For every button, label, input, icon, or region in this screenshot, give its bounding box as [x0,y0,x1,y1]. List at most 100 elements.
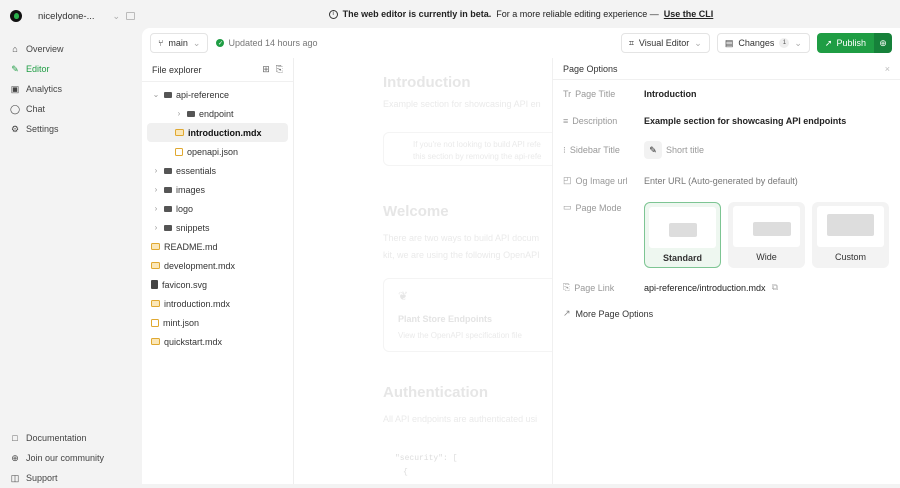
nav-support[interactable]: ◫ Support [10,468,135,488]
chevron-right-icon[interactable]: › [175,109,183,118]
link-icon: ⎘ [563,282,571,292]
file-name: introduction.mdx [164,298,231,309]
banner-text: For a more reliable editing experience — [496,9,659,19]
file-tree-item[interactable]: README.md [147,237,288,256]
mode-wide[interactable]: Wide [728,202,805,268]
footer-nav: □ Documentation ⊕ Join our community ◫ Supp… [10,428,135,488]
file-tree-item[interactable]: › logo [147,199,288,218]
workspace-logo [10,10,22,22]
nav-label: Documentation [26,433,87,443]
mode-custom[interactable]: Custom [812,202,889,268]
collapse-sidebar-icon[interactable] [126,12,135,20]
file-tree-item[interactable]: › essentials [147,161,288,180]
info-icon: i [328,9,338,19]
chevron-down-icon: ⌄ [694,37,702,48]
file-tree-item[interactable]: › snippets [147,218,288,237]
file-tree-item[interactable]: introduction.mdx [147,123,288,142]
file-name: mint.json [163,317,200,328]
nav-label: Support [26,473,58,483]
visual-editor-label: Visual Editor [638,38,690,48]
main-nav: ⌂ Overview ✎ Editor ▣ Analytics ◯ Chat ⚙ Sett… [10,39,135,139]
nav-chat[interactable]: ◯ Chat [10,99,135,119]
file-tree-item[interactable]: introduction.mdx [147,294,288,313]
description-input[interactable]: Example section for showcasing API endpo… [644,116,846,126]
nav-analytics[interactable]: ▣ Analytics [10,79,135,99]
file-tree-item[interactable]: ⌄ api-reference [147,85,288,104]
mdx-file-icon [151,338,160,345]
new-folder-icon[interactable]: ⊞ [262,64,270,75]
mdx-file-icon [151,262,160,269]
page-mode-options: Standard Wide Custom [644,202,889,268]
page-title-input[interactable]: Introduction [644,89,697,99]
card-desc: View the OpenAPI specification file [398,331,522,340]
file-name: development.mdx [164,260,236,271]
wide-thumbnail [733,206,800,247]
page-link: api-reference/introduction.mdx [644,282,766,293]
changes-dropdown[interactable]: ▤ Changes 1 ⌄ [716,33,810,53]
editor-main: ⑂ main ⌄ ✓ Updated 14 hours ago ⌗ Visual Edi… [142,28,900,484]
file-name: quickstart.mdx [164,336,223,347]
file-name: README.md [164,241,218,252]
rocket-icon: ➚ [824,37,833,48]
chevron-right-icon[interactable]: › [152,166,160,175]
nav-editor[interactable]: ✎ Editor [10,59,135,79]
file-name: endpoint [199,108,234,119]
field-label: Description [572,116,618,126]
nav-label: Chat [26,104,46,114]
left-sidebar: nicelydone-... ⌄ ⌂ Overview ✎ Editor ▣ Anal… [0,0,142,484]
file-tree-item[interactable]: development.mdx [147,256,288,275]
home-icon: ⌂ [12,44,18,54]
close-icon[interactable]: × [885,64,890,74]
chevron-down-icon: ⌄ [112,10,120,21]
check-icon: ✓ [216,39,225,47]
book-icon: □ [12,433,18,443]
chevron-right-icon[interactable]: › [152,223,160,232]
pencil-icon[interactable]: ✎ [644,141,662,159]
note-line: this section by removing the api-refe [413,152,542,161]
file-tree-item[interactable]: openapi.json [147,142,288,161]
preview-heading: Welcome [383,203,449,220]
nav-label: Join our community [26,453,105,463]
visual-editor-dropdown[interactable]: ⌗ Visual Editor ⌄ [620,33,710,53]
file-tree-item[interactable]: quickstart.mdx [147,332,288,351]
nav-label: Overview [26,44,64,54]
nav-label: Editor [26,64,50,74]
chevron-down-icon[interactable]: ⌄ [152,90,160,99]
branch-selector[interactable]: ⑂ main ⌄ [150,33,209,53]
folder-icon [164,205,172,212]
analytics-icon: ▣ [10,83,20,94]
beta-banner: i The web editor is currently in beta. F… [142,0,900,28]
new-file-icon[interactable]: ⎘ [276,64,283,75]
file-name: introduction.mdx [188,127,262,138]
nav-documentation[interactable]: □ Documentation [10,428,135,448]
chat-icon: ◯ [9,103,21,114]
publish-globe-button[interactable]: ⊕ [874,33,892,53]
gear-icon: ⚙ [10,123,20,134]
file-tree-item[interactable]: › images [147,180,288,199]
mode-standard[interactable]: Standard [644,202,721,268]
use-cli-link[interactable]: Use the CLI [664,9,714,19]
preview-text: All API endpoints are authenticated usi [383,414,538,424]
copy-icon[interactable]: ⧉ [772,282,778,293]
preview-heading: Authentication [383,384,488,401]
publish-button[interactable]: ➚ Publish [816,33,874,53]
nav-community[interactable]: ⊕ Join our community [10,448,135,468]
workspace-switcher[interactable]: nicelydone-... ⌄ [10,10,135,22]
nav-overview[interactable]: ⌂ Overview [10,39,135,59]
text-icon: Tr [563,89,572,99]
file-tree-item[interactable]: favicon.svg [147,275,288,294]
file-tree-item[interactable]: › endpoint [147,104,288,123]
og-image-input[interactable]: Enter URL (Auto-generated by default) [644,176,798,186]
banner-bold: The web editor is currently in beta. [342,9,492,19]
chevron-right-icon[interactable]: › [152,204,160,213]
file-tree-item[interactable]: mint.json [147,313,288,332]
chevron-right-icon[interactable]: › [152,185,160,194]
description-icon: ≡ [563,116,569,126]
folder-icon [164,167,172,174]
nav-label: Settings [26,124,59,134]
nav-settings[interactable]: ⚙ Settings [10,119,135,139]
sidebar-title-input[interactable]: Short title [666,145,704,155]
file-icon [151,280,158,289]
sidebar-icon: ⁝ [563,144,566,155]
more-page-options[interactable]: ↗ More Page Options [563,308,653,319]
